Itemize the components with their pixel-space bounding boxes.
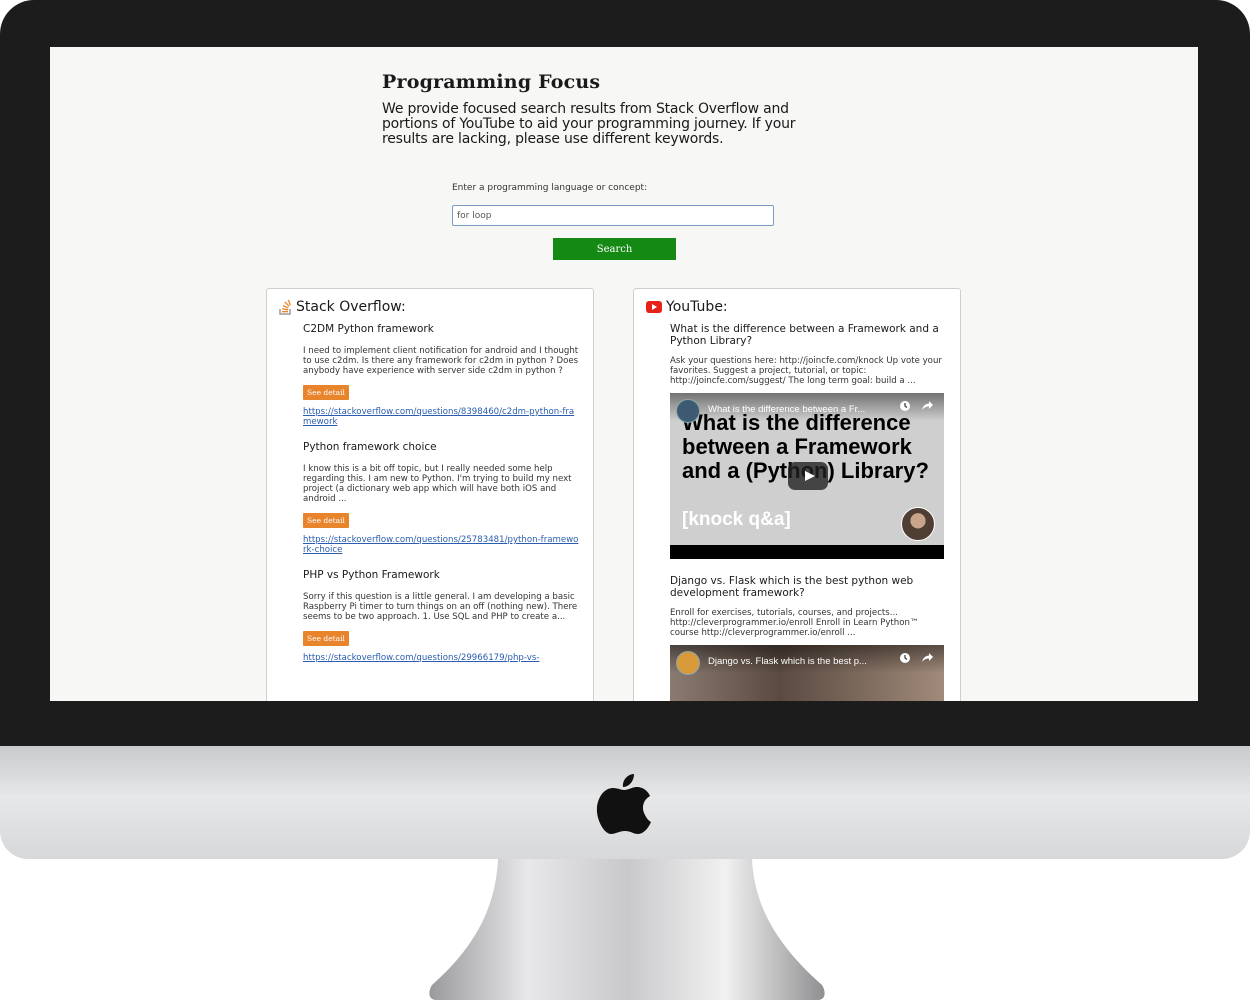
search-label: Enter a programming language or concept: [452,183,648,193]
apple-logo-icon [596,774,651,834]
result-link[interactable]: https://stackoverflow.com/questions/2578… [303,535,579,555]
page-title: Programming Focus [382,71,601,93]
thumbnail-subtext: [knock q&a] [682,509,791,530]
youtube-panel: YouTube: What is the difference between … [633,288,961,701]
share-icon[interactable] [921,400,934,412]
youtube-results: What is the difference between a Framewo… [670,323,946,701]
youtube-icon [646,301,662,313]
video-item: Django vs. Flask which is the best pytho… [670,575,946,701]
video-top-bar: What is the difference between a Fr... [670,393,944,423]
video-result-title: What is the difference between a Framewo… [670,323,939,347]
watch-later-icon[interactable] [899,652,911,664]
result-title: C2DM Python framework [303,323,434,335]
video-result-excerpt: Enroll for exercises, tutorials, courses… [670,608,919,638]
video-actions [899,652,934,664]
video-title[interactable]: What is the difference between a Fr... [708,404,888,415]
search-input[interactable] [452,205,774,226]
youtube-title: YouTube: [666,299,728,315]
channel-avatar[interactable] [676,399,700,423]
video-top-bar: Django vs. Flask which is the best p... [670,645,944,675]
result-link[interactable]: https://stackoverflow.com/questions/2996… [303,653,579,663]
stack-overflow-results: C2DM Python framework I need to implemen… [303,323,579,677]
result-excerpt: Sorry if this question is a little gener… [303,592,578,622]
see-detail-button[interactable]: See detail [303,385,349,400]
video-result-title: Django vs. Flask which is the best pytho… [670,575,914,599]
presenter-avatar [901,507,935,541]
stack-overflow-title: Stack Overflow: [296,299,406,315]
result-excerpt: I know this is a bit off topic, but I re… [303,464,572,504]
intro-section: Programming Focus We provide focused sea… [382,71,832,147]
result-item: C2DM Python framework I need to implemen… [303,323,579,427]
stack-overflow-header: Stack Overflow: [279,299,406,315]
monitor-stand [429,859,825,1000]
see-detail-button[interactable]: See detail [303,513,349,528]
video-title[interactable]: Django vs. Flask which is the best p... [708,656,888,667]
video-item: What is the difference between a Framewo… [670,323,946,559]
youtube-header: YouTube: [646,299,728,315]
channel-avatar[interactable] [676,651,700,675]
result-link[interactable]: https://stackoverflow.com/questions/8398… [303,407,579,427]
search-button[interactable]: Search [553,238,676,260]
video-embed[interactable]: Django vs. Flask which is the best p... [670,645,944,701]
video-actions [899,400,934,412]
page-description: We provide focused search results from S… [382,101,796,147]
result-item: PHP vs Python Framework Sorry if this qu… [303,569,579,663]
stack-overflow-panel: Stack Overflow: C2DM Python framework I … [266,288,594,701]
video-result-excerpt: Ask your questions here: http://joincfe.… [670,356,942,386]
play-icon [805,471,815,481]
see-detail-button[interactable]: See detail [303,631,349,646]
share-icon[interactable] [921,652,934,664]
result-excerpt: I need to implement client notification … [303,346,579,376]
result-title: PHP vs Python Framework [303,569,440,581]
watch-later-icon[interactable] [899,400,911,412]
stack-overflow-icon [279,299,291,315]
screen: Programming Focus We provide focused sea… [50,47,1198,701]
result-item: Python framework choice I know this is a… [303,441,579,555]
result-title: Python framework choice [303,441,437,453]
video-embed[interactable]: What is the difference between a Framewo… [670,393,944,559]
play-button[interactable] [788,462,828,490]
